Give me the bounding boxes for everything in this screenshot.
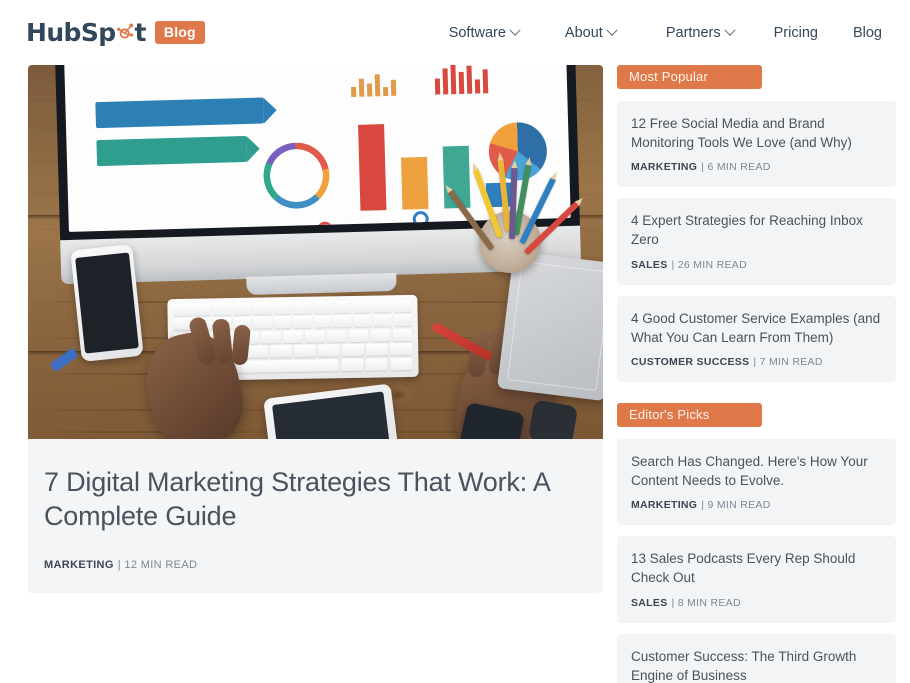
page-body: 7 Digital Marketing Strategies That Work… — [0, 65, 910, 683]
sidebar-section-most-popular: Most Popular 12 Free Social Media and Br… — [617, 65, 896, 382]
blog-badge: Blog — [154, 20, 205, 45]
main-column: 7 Digital Marketing Strategies That Work… — [28, 65, 603, 683]
sidebar-card-title[interactable]: 13 Sales Podcasts Every Rep Should Check… — [631, 549, 882, 587]
sidebar-card[interactable]: 13 Sales Podcasts Every Rep Should Check… — [617, 536, 896, 623]
main-navigation: Software About Partners Pricing Blog — [448, 24, 882, 41]
sidebar-card-meta: CUSTOMER SUCCESS | 7 MIN READ — [631, 356, 882, 368]
sidebar-card-meta: SALES | 26 MIN READ — [631, 259, 882, 271]
sidebar-card-readtime: | 6 MIN READ — [701, 161, 771, 174]
sidebar-card-meta: SALES | 8 MIN READ — [631, 597, 882, 609]
pencil-cup — [447, 159, 580, 273]
sidebar-card-category[interactable]: SALES — [631, 597, 668, 609]
featured-article-readtime: | 12 MIN READ — [117, 559, 198, 572]
analytics-dashboard-screen — [61, 65, 571, 232]
hubspot-wordmark-part1: HubSp — [26, 17, 116, 47]
featured-article-title[interactable]: 7 Digital Marketing Strategies That Work… — [44, 465, 587, 533]
featured-article-meta: MARKETING | 12 MIN READ — [44, 559, 587, 571]
featured-article-image — [28, 65, 603, 439]
nav-item-software[interactable]: Software — [448, 24, 521, 41]
nav-label-partners: Partners — [665, 24, 721, 41]
sidebar-card[interactable]: Search Has Changed. Here's How Your Cont… — [617, 438, 896, 526]
sidebar-card-meta: MARKETING | 9 MIN READ — [631, 499, 882, 511]
sidebar-card-title[interactable]: Customer Success: The Third Growth Engin… — [631, 647, 882, 683]
sidebar-card-title[interactable]: Search Has Changed. Here's How Your Cont… — [631, 452, 882, 490]
nav-label-about: About — [564, 24, 603, 41]
sidebar-card-title[interactable]: 4 Expert Strategies for Reaching Inbox Z… — [631, 211, 882, 249]
sidebar-card-readtime: | 8 MIN READ — [671, 596, 741, 609]
nav-item-partners[interactable]: Partners — [665, 24, 736, 41]
chevron-down-icon — [606, 24, 618, 36]
sidebar-card-meta: MARKETING | 6 MIN READ — [631, 161, 882, 173]
section-badge-editors-picks: Editor's Picks — [617, 402, 762, 427]
chevron-down-icon — [723, 24, 736, 36]
sidebar-card[interactable]: Customer Success: The Third Growth Engin… — [617, 633, 896, 683]
hubspot-logo-mark: HubSp t — [26, 17, 147, 47]
featured-article-card[interactable]: 7 Digital Marketing Strategies That Work… — [28, 65, 603, 594]
sidebar: Most Popular 12 Free Social Media and Br… — [617, 65, 896, 683]
nav-item-blog[interactable]: Blog — [853, 25, 882, 41]
sidebar-card-category[interactable]: SALES — [631, 259, 668, 271]
smartphone — [70, 244, 144, 362]
nav-label-blog: Blog — [852, 24, 882, 41]
smartwatch — [527, 399, 579, 439]
hubspot-sprocket-icon — [116, 22, 135, 46]
sidebar-card-category[interactable]: CUSTOMER SUCCESS — [631, 356, 749, 368]
site-header: HubSp t Blog Software About Partners Pri… — [0, 0, 910, 65]
sidebar-section-editors-picks: Editor's Picks Search Has Changed. Here'… — [617, 402, 896, 683]
sidebar-card-title[interactable]: 12 Free Social Media and Brand Monitorin… — [631, 114, 882, 152]
nav-item-pricing[interactable]: Pricing — [774, 25, 818, 41]
sidebar-card[interactable]: 12 Free Social Media and Brand Monitorin… — [617, 101, 896, 188]
nav-label-pricing: Pricing — [773, 24, 818, 41]
featured-article-category[interactable]: MARKETING — [44, 559, 114, 571]
hubspot-wordmark-part2: t — [134, 17, 147, 47]
sidebar-card-readtime: | 26 MIN READ — [671, 258, 747, 271]
nav-label-software: Software — [448, 24, 506, 41]
sidebar-card-category[interactable]: MARKETING — [631, 499, 697, 511]
hubspot-blog-logo[interactable]: HubSp t Blog — [26, 20, 205, 46]
featured-article-body: 7 Digital Marketing Strategies That Work… — [28, 439, 603, 593]
sidebar-card[interactable]: 4 Expert Strategies for Reaching Inbox Z… — [617, 198, 896, 285]
notebook — [496, 250, 603, 402]
sidebar-card-title[interactable]: 4 Good Customer Service Examples (and Wh… — [631, 309, 882, 347]
nav-item-about[interactable]: About — [564, 24, 618, 41]
chevron-down-icon — [509, 24, 521, 36]
sidebar-card[interactable]: 4 Good Customer Service Examples (and Wh… — [617, 295, 896, 382]
sidebar-card-category[interactable]: MARKETING — [631, 161, 697, 173]
sidebar-card-readtime: | 9 MIN READ — [701, 499, 771, 512]
section-badge-most-popular: Most Popular — [617, 65, 762, 89]
sidebar-card-readtime: | 7 MIN READ — [753, 355, 823, 368]
